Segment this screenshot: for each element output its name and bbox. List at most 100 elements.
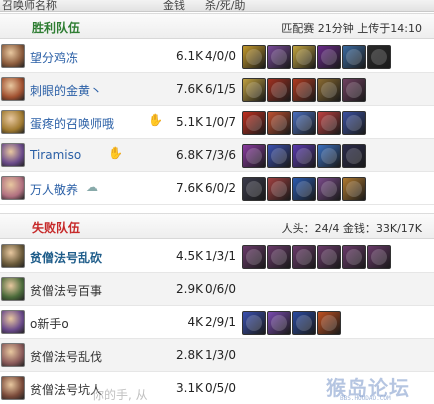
player-name[interactable]: o新手o: [30, 315, 69, 332]
player-row[interactable]: 望分鸡冻 6.1K 4/0/0: [0, 40, 434, 73]
item-icon[interactable]: [242, 78, 266, 102]
player-row[interactable]: 刺眼的金黄丶 7.6K 6/1/5: [0, 73, 434, 106]
champion-avatar[interactable]: [1, 376, 25, 400]
item-icon[interactable]: [292, 144, 316, 168]
champion-avatar[interactable]: [1, 44, 25, 68]
player-name[interactable]: 万人敬养: [30, 181, 78, 198]
player-gold: 7.6K: [176, 82, 203, 96]
table-header: 召唤师名称 金钱 杀/死/助: [0, 0, 434, 12]
champion-avatar[interactable]: [1, 143, 25, 167]
item-icon[interactable]: [317, 177, 341, 201]
item-icon[interactable]: [342, 111, 366, 135]
item-icon[interactable]: [317, 45, 341, 69]
item-icon[interactable]: [267, 45, 291, 69]
player-gold: 4K: [187, 315, 203, 329]
item-icon[interactable]: [342, 177, 366, 201]
item-icon[interactable]: [342, 144, 366, 168]
win-team-bar: 胜利队伍 匹配赛 21分钟 上传于14:10: [0, 13, 434, 39]
score-summary: 人头：24/4 金钱：33K/17K: [281, 222, 422, 235]
cloud-icon: ☁: [86, 180, 98, 194]
item-icon[interactable]: [342, 78, 366, 102]
player-gold: 6.1K: [176, 49, 203, 63]
player-kda: 2/9/1: [205, 315, 236, 329]
item-icon[interactable]: [267, 245, 291, 269]
player-row[interactable]: Tiramiso ✋ 6.8K 7/3/6: [0, 139, 434, 172]
player-kda: 6/1/5: [205, 82, 236, 96]
player-name[interactable]: 蛋疼的召唤师哦: [30, 115, 114, 132]
champion-avatar[interactable]: [1, 277, 25, 301]
item-icon[interactable]: [342, 245, 366, 269]
player-row[interactable]: 贫僧法号乱伐 2.8K 1/3/0: [0, 339, 434, 372]
match-info: 匹配赛 21分钟 上传于14:10: [281, 22, 422, 35]
player-name[interactable]: 刺眼的金黄丶: [30, 82, 102, 99]
player-gold: 4.5K: [176, 249, 203, 263]
lose-team-title: 失败队伍: [32, 221, 81, 235]
player-row[interactable]: 蛋疼的召唤师哦 ✋ 5.1K 1/0/7: [0, 106, 434, 139]
item-icon[interactable]: [292, 78, 316, 102]
item-icon[interactable]: [292, 311, 316, 335]
item-slots: [242, 144, 366, 168]
item-icon[interactable]: [267, 78, 291, 102]
player-kda: 1/3/1: [205, 249, 236, 263]
champion-avatar[interactable]: [1, 310, 25, 334]
champion-avatar[interactable]: [1, 176, 25, 200]
item-icon[interactable]: [292, 177, 316, 201]
item-icon[interactable]: [367, 45, 391, 69]
player-kda: 0/5/0: [205, 381, 236, 395]
player-name[interactable]: 贫僧法号百事: [30, 282, 102, 299]
item-icon[interactable]: [242, 311, 266, 335]
champion-avatar[interactable]: [1, 343, 25, 367]
item-icon[interactable]: [242, 45, 266, 69]
item-icon[interactable]: [242, 245, 266, 269]
player-kda: 6/0/2: [205, 181, 236, 195]
player-gold: 6.8K: [176, 148, 203, 162]
item-icon[interactable]: [242, 144, 266, 168]
item-icon[interactable]: [267, 111, 291, 135]
champion-avatar[interactable]: [1, 110, 25, 134]
item-icon[interactable]: [342, 45, 366, 69]
item-icon[interactable]: [292, 111, 316, 135]
item-icon[interactable]: [367, 245, 391, 269]
item-icon[interactable]: [317, 78, 341, 102]
player-kda: 1/3/0: [205, 348, 236, 362]
player-name[interactable]: 贫僧法号乱伐: [30, 348, 102, 365]
item-icon[interactable]: [317, 245, 341, 269]
forum-logo: 猴岛论坛 BBS.HOUDAO.COM: [326, 372, 430, 402]
player-gold: 5.1K: [176, 115, 203, 129]
item-slots: [242, 245, 391, 269]
item-icon[interactable]: [242, 177, 266, 201]
player-kda: 7/3/6: [205, 148, 236, 162]
forum-logo-url: BBS.HOUDAO.COM: [340, 395, 391, 402]
item-icon[interactable]: [292, 245, 316, 269]
player-row[interactable]: o新手o 4K 2/9/1: [0, 306, 434, 339]
item-icon[interactable]: [267, 177, 291, 201]
hand-icon: ✋: [148, 113, 163, 127]
player-kda: 1/0/7: [205, 115, 236, 129]
item-slots: [242, 45, 391, 69]
player-name[interactable]: 贫僧法号乱砍: [30, 249, 102, 266]
player-kda: 4/0/0: [205, 49, 236, 63]
item-icon[interactable]: [292, 45, 316, 69]
item-icon[interactable]: [317, 144, 341, 168]
champion-avatar[interactable]: [1, 244, 25, 268]
player-gold: 7.6K: [176, 181, 203, 195]
champion-avatar[interactable]: [1, 77, 25, 101]
player-row[interactable]: 贫僧法号百事 2.9K 0/6/0: [0, 273, 434, 306]
player-name[interactable]: Tiramiso: [30, 148, 81, 162]
player-row[interactable]: 贫僧法号乱砍 4.5K 1/3/1: [0, 240, 434, 273]
lose-team-bar: 失败队伍 人头：24/4 金钱：33K/17K: [0, 213, 434, 239]
player-kda: 0/6/0: [205, 282, 236, 296]
col-kda-header: 杀/死/助: [205, 0, 246, 12]
player-row[interactable]: 万人敬养 ☁ 7.6K 6/0/2: [0, 172, 434, 205]
col-name-header: 召唤师名称: [2, 0, 57, 12]
item-icon[interactable]: [267, 311, 291, 335]
item-slots: [242, 311, 341, 335]
player-gold: 3.1K: [176, 381, 203, 395]
item-icon[interactable]: [242, 111, 266, 135]
player-name[interactable]: 望分鸡冻: [30, 49, 78, 66]
watermark-text: 你的手, 从: [92, 388, 148, 402]
item-icon[interactable]: [317, 111, 341, 135]
item-icon[interactable]: [317, 311, 341, 335]
item-icon[interactable]: [267, 144, 291, 168]
item-slots: [242, 78, 366, 102]
